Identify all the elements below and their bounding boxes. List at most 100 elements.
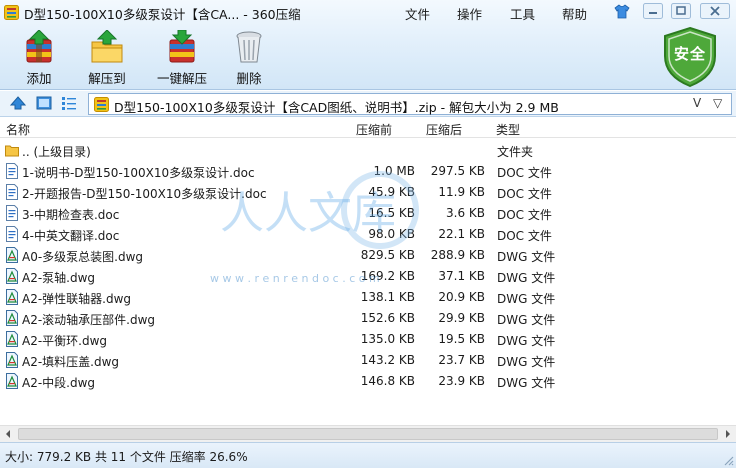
status-text: 大小: 779.2 KB 共 11 个文件 压缩率 26.6%: [5, 450, 248, 464]
file-size-after: 29.9 KB: [438, 311, 485, 325]
zip-archive-icon: [94, 97, 109, 112]
horizontal-scrollbar[interactable]: [0, 425, 736, 442]
dwg-file-icon: [5, 331, 19, 347]
file-row[interactable]: 4-中英文翻译.doc 98.0 KB 22.1 KB DOC 文件: [0, 224, 736, 245]
menu-operate[interactable]: 操作: [457, 4, 482, 23]
file-size-after: 23.9 KB: [438, 374, 485, 388]
security-label: 安全: [673, 45, 706, 63]
maximize-button[interactable]: [671, 3, 691, 19]
file-name: A2-填料压盖.dwg: [22, 355, 120, 369]
file-type: DWG 文件: [497, 313, 556, 327]
file-size-before: 143.2 KB: [360, 353, 415, 367]
file-size-before: 146.8 KB: [360, 374, 415, 388]
file-row[interactable]: A0-多级泵总装图.dwg 829.5 KB 288.9 KB DWG 文件: [0, 245, 736, 266]
file-name: 3-中期检查表.doc: [22, 208, 120, 222]
add-button[interactable]: 添加: [6, 30, 72, 86]
extract-folder-icon: [91, 30, 123, 63]
resize-grip-icon[interactable]: [722, 454, 734, 466]
file-row[interactable]: 1-说明书-D型150-100X10多级泵设计.doc 1.0 MB 297.5 K…: [0, 161, 736, 182]
scroll-left-icon[interactable]: [0, 426, 17, 442]
file-row[interactable]: A2-滚动轴承压部件.dwg 152.6 KB 29.9 KB DWG 文件: [0, 308, 736, 329]
add-label: 添加: [26, 71, 52, 86]
file-type: DWG 文件: [497, 355, 556, 369]
dwg-file-icon: [5, 247, 19, 263]
add-archive-icon: [26, 30, 52, 63]
app-header: D型150-100X10多级泵设计【含CA... - 360压缩 文件 操作 工…: [0, 0, 736, 90]
file-size-before: 135.0 KB: [360, 332, 415, 346]
skin-shirt-icon[interactable]: [614, 4, 630, 19]
file-size-after: 297.5 KB: [430, 164, 485, 178]
title-bar: D型150-100X10多级泵设计【含CA... - 360压缩 文件 操作 工…: [0, 0, 736, 24]
file-name: A2-滚动轴承压部件.dwg: [22, 313, 156, 327]
file-size-after: 3.6 KB: [446, 206, 485, 220]
menu-file[interactable]: 文件: [405, 4, 430, 23]
column-name[interactable]: 名称: [6, 121, 30, 138]
file-row[interactable]: 2-开题报告-D型150-100X10多级泵设计.doc 45.9 KB 11.9 …: [0, 182, 736, 203]
file-size-after: 288.9 KB: [430, 248, 485, 262]
file-size-before: 45.9 KB: [368, 185, 415, 199]
address-row: D型150-100X10多级泵设计【含CAD图纸、说明书】.zip - 解包大小…: [0, 91, 736, 117]
minimize-button[interactable]: [643, 3, 663, 19]
column-size-before[interactable]: 压缩前: [356, 121, 392, 138]
file-type: DOC 文件: [497, 208, 552, 222]
doc-file-icon: [5, 184, 19, 200]
file-size-after: 19.5 KB: [438, 332, 485, 346]
delete-button[interactable]: 删除: [216, 30, 282, 86]
scroll-right-icon[interactable]: [719, 426, 736, 442]
file-row[interactable]: A2-泵轴.dwg 169.2 KB 37.1 KB DWG 文件: [0, 266, 736, 287]
address-bar[interactable]: D型150-100X10多级泵设计【含CAD图纸、说明书】.zip - 解包大小…: [88, 93, 732, 115]
doc-file-icon: [5, 226, 19, 242]
file-type: DWG 文件: [497, 250, 556, 264]
file-name: A2-平衡环.dwg: [22, 334, 108, 348]
extract-to-button[interactable]: 解压到: [74, 30, 140, 86]
file-name: A0-多级泵总装图.dwg: [22, 250, 144, 264]
doc-file-icon: [5, 163, 19, 179]
file-row[interactable]: A2-平衡环.dwg 135.0 KB 19.5 KB DWG 文件: [0, 329, 736, 350]
thumbnail-view-icon[interactable]: [36, 95, 52, 111]
file-size-before: 152.6 KB: [360, 311, 415, 325]
column-size-after[interactable]: 压缩后: [426, 121, 462, 138]
file-list-header: 名称 压缩前 压缩后 类型: [0, 118, 736, 138]
menu-help[interactable]: 帮助: [562, 4, 587, 23]
delete-label: 删除: [236, 71, 262, 86]
address-up-button[interactable]: ▽: [713, 96, 722, 110]
file-size-before: 1.0 MB: [373, 164, 415, 178]
one-click-extract-button[interactable]: 一键解压: [146, 30, 218, 86]
file-size-after: 20.9 KB: [438, 290, 485, 304]
security-shield-badge[interactable]: 安全: [662, 26, 718, 88]
app-logo-icon: [4, 5, 19, 20]
up-arrow-icon[interactable]: [10, 95, 26, 111]
dwg-file-icon: [5, 268, 19, 284]
file-type: DWG 文件: [497, 376, 556, 390]
file-row[interactable]: A2-弹性联轴器.dwg 138.1 KB 20.9 KB DWG 文件: [0, 287, 736, 308]
file-size-before: 169.2 KB: [360, 269, 415, 283]
one-click-extract-label: 一键解压: [156, 71, 207, 86]
menu-tools[interactable]: 工具: [510, 4, 535, 23]
one-click-extract-icon: [169, 30, 195, 63]
address-dropdown-button[interactable]: V: [693, 96, 701, 110]
file-list: .. (上级目录) 文件夹 1-说明书-D型150-100X10多级泵设计.doc 1…: [0, 140, 736, 392]
file-name: A2-泵轴.dwg: [22, 271, 96, 285]
file-name: A2-弹性联轴器.dwg: [22, 292, 132, 306]
address-path: D型150-100X10多级泵设计【含CAD图纸、说明书】.zip - 解包大小…: [114, 100, 559, 115]
file-row[interactable]: A2-中段.dwg 146.8 KB 23.9 KB DWG 文件: [0, 371, 736, 392]
close-button[interactable]: [700, 3, 730, 19]
dwg-file-icon: [5, 310, 19, 326]
status-bar: 大小: 779.2 KB 共 11 个文件 压缩率 26.6%: [0, 442, 736, 468]
scrollbar-thumb[interactable]: [18, 428, 718, 440]
file-size-before: 138.1 KB: [360, 290, 415, 304]
file-size-after: 23.7 KB: [438, 353, 485, 367]
column-type[interactable]: 类型: [496, 121, 520, 138]
list-view-icon[interactable]: [61, 95, 77, 111]
dwg-file-icon: [5, 352, 19, 368]
doc-file-icon: [5, 205, 19, 221]
file-name: 2-开题报告-D型150-100X10多级泵设计.doc: [22, 187, 267, 201]
file-type: DOC 文件: [497, 187, 552, 201]
file-row[interactable]: .. (上级目录) 文件夹: [0, 140, 736, 161]
file-name: .. (上级目录): [22, 145, 91, 159]
file-row[interactable]: 3-中期检查表.doc 16.5 KB 3.6 KB DOC 文件: [0, 203, 736, 224]
file-row[interactable]: A2-填料压盖.dwg 143.2 KB 23.7 KB DWG 文件: [0, 350, 736, 371]
extract-to-label: 解压到: [88, 71, 126, 86]
file-type: DOC 文件: [497, 166, 552, 180]
file-name: 1-说明书-D型150-100X10多级泵设计.doc: [22, 166, 255, 180]
